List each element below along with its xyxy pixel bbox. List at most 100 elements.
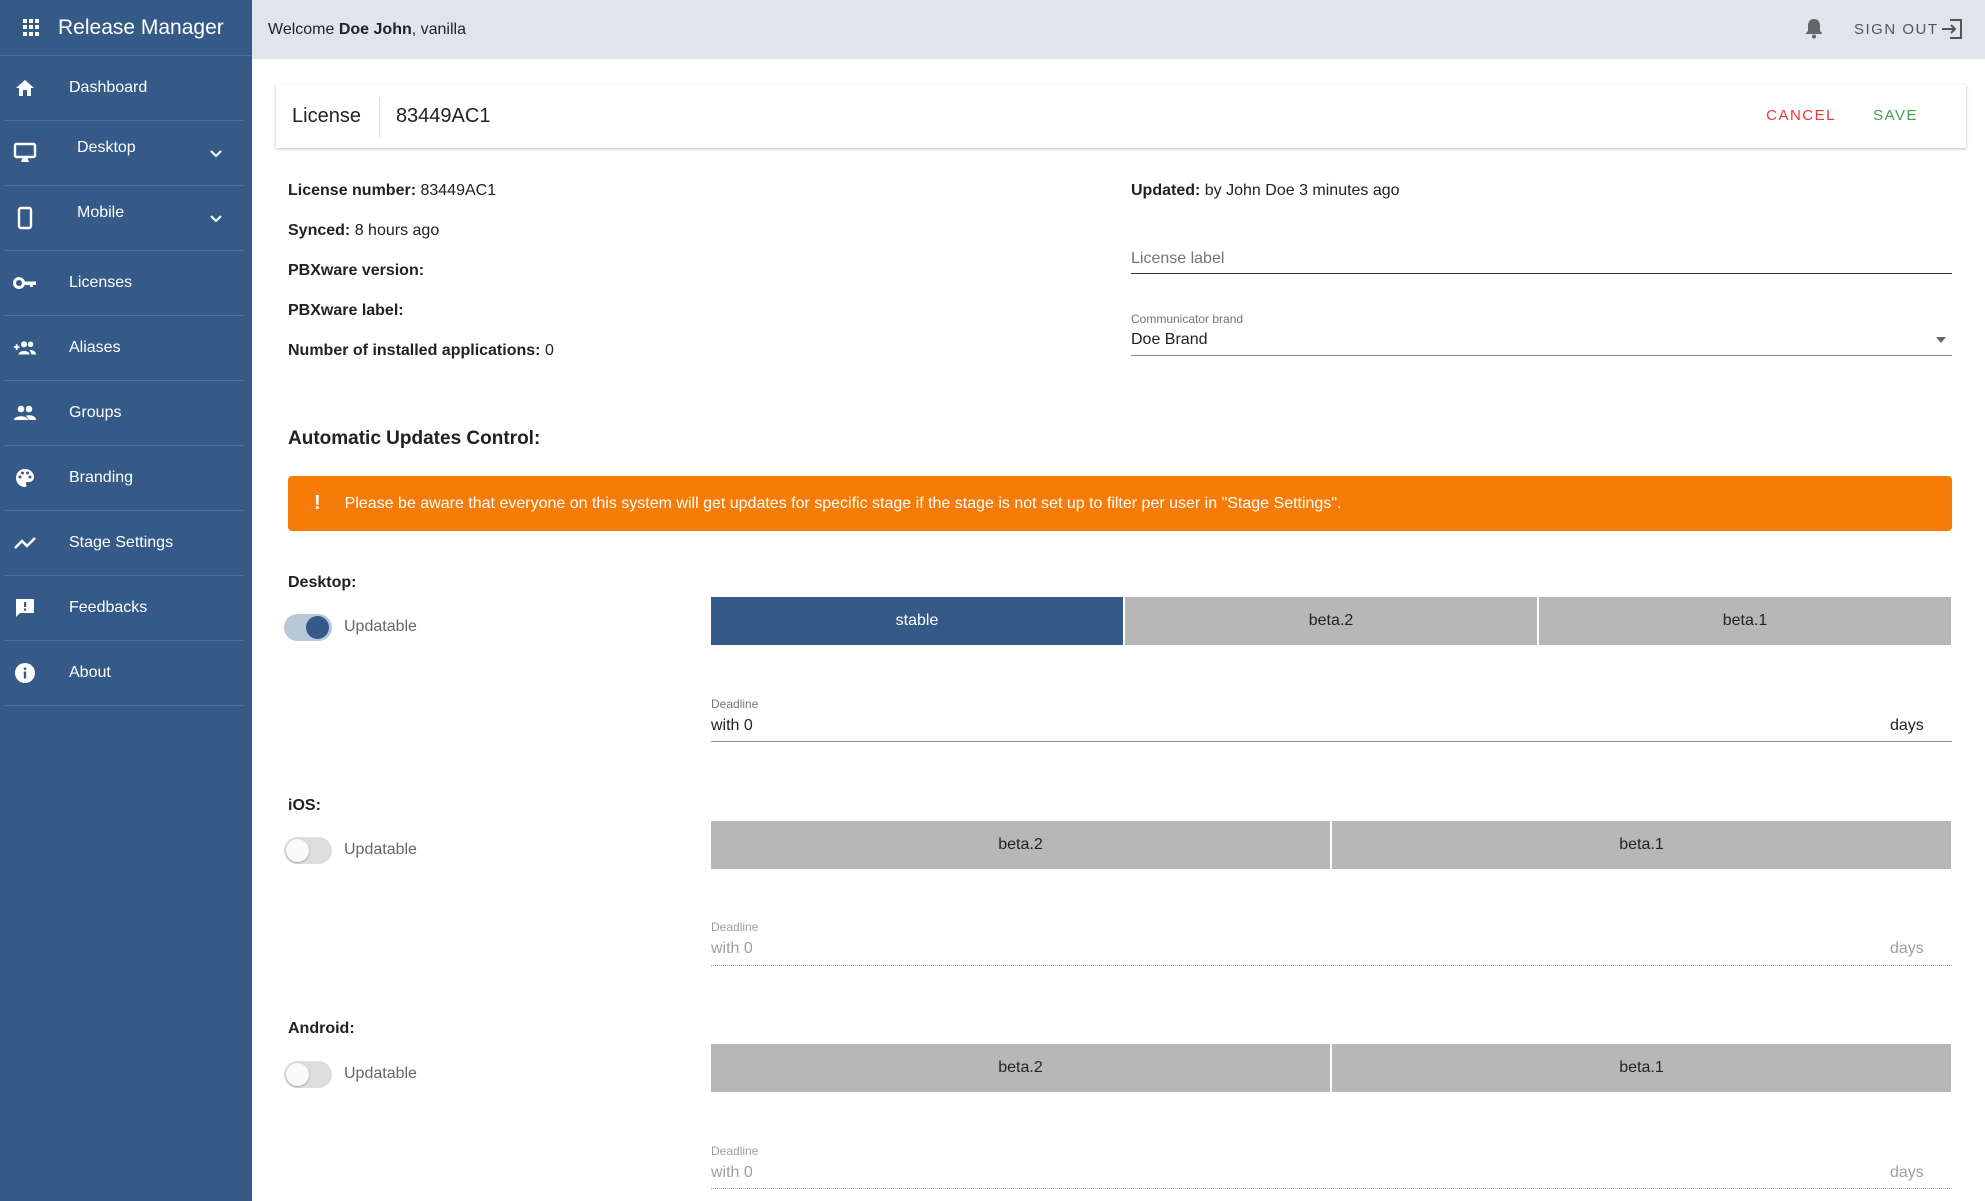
sidebar-item-label: Feedbacks xyxy=(69,599,148,616)
installed-apps-row: Number of installed applications: 0 xyxy=(288,342,554,360)
stage-button-beta-1[interactable]: beta.1 xyxy=(1539,597,1951,645)
welcome-message: Welcome Doe John, vanilla xyxy=(268,21,466,39)
input-underline xyxy=(1131,273,1952,274)
sign-out-label: SIGN OUT xyxy=(1854,20,1939,38)
sidebar-item-mobile[interactable]: Mobile xyxy=(5,186,244,251)
brand-select-label: Communicator brand xyxy=(1131,312,1244,326)
communicator-brand-select[interactable]: Communicator brand Doe Brand xyxy=(1131,310,1952,358)
sidebar-item-label: Licenses xyxy=(69,274,133,291)
sidebar-item-label: Dashboard xyxy=(69,79,148,96)
deadline-underline xyxy=(711,965,1952,966)
stage-button-beta-1[interactable]: beta.1 xyxy=(1332,1044,1951,1092)
sign-out-icon xyxy=(1941,19,1962,39)
license-header-card: License 83449AC1 CANCEL SAVE xyxy=(276,85,1966,148)
stage-button-group: beta.2 beta.1 xyxy=(711,821,1951,869)
license-key-label: License xyxy=(292,105,361,127)
welcome-prefix: Welcome xyxy=(268,20,339,38)
sidebar: Release Manager Dashboard Desktop Mobile… xyxy=(0,0,252,1201)
trend-icon xyxy=(13,531,37,555)
license-id: 83449AC1 xyxy=(395,105,491,127)
deadline-unit: days xyxy=(1890,717,1924,734)
add-group-icon xyxy=(13,336,37,360)
desktop-icon xyxy=(13,141,37,165)
warning-alert: ! Please be aware that everyone on this … xyxy=(288,476,1952,531)
synced-row: Synced: 8 hours ago xyxy=(288,222,439,240)
sidebar-item-dashboard[interactable]: Dashboard xyxy=(5,56,244,121)
notifications-bell-icon[interactable] xyxy=(1804,17,1824,39)
exclamation-icon: ! xyxy=(314,492,321,514)
stage-button-beta-2[interactable]: beta.2 xyxy=(711,1044,1330,1092)
stage-button-beta-2[interactable]: beta.2 xyxy=(1125,597,1537,645)
top-header: Welcome Doe John, vanilla xyxy=(252,0,1985,59)
alert-text: Please be aware that everyone on this sy… xyxy=(344,494,1342,512)
deadline-unit: days xyxy=(1890,1164,1924,1181)
deadline-value: with 0 xyxy=(711,940,753,957)
groups-icon xyxy=(13,401,37,425)
deadline-underline xyxy=(711,741,1952,742)
deadline-value: with 0 xyxy=(711,1164,753,1181)
info-icon xyxy=(13,661,37,685)
pbxware-label-row: PBXware label: xyxy=(288,302,404,320)
toggle-label: Updatable xyxy=(344,841,417,858)
toggle-label: Updatable xyxy=(344,618,417,635)
app-title: Release Manager xyxy=(58,15,224,39)
sidebar-item-label: Branding xyxy=(69,469,134,486)
deadline-underline xyxy=(711,1188,1952,1189)
license-number-row: License number: 83449AC1 xyxy=(288,182,496,200)
updated-row: Updated: by John Doe 3 minutes ago xyxy=(1131,182,1400,200)
sidebar-item-licenses[interactable]: Licenses xyxy=(5,251,244,316)
cancel-button[interactable]: CANCEL xyxy=(1766,107,1836,124)
info-value: 8 hours ago xyxy=(354,222,440,239)
key-icon xyxy=(13,271,37,295)
user-name: Doe John xyxy=(338,20,412,38)
select-underline xyxy=(1131,355,1952,356)
welcome-suffix: , vanilla xyxy=(411,20,466,38)
info-label: PBXware label: xyxy=(288,302,404,319)
app-brand: Release Manager xyxy=(0,0,252,56)
sign-out-button[interactable]: SIGN OUT xyxy=(1854,19,1963,39)
info-label: Synced: xyxy=(288,222,351,239)
info-value: 83449AC1 xyxy=(420,182,497,199)
save-button[interactable]: SAVE xyxy=(1873,107,1918,124)
deadline-label: Deadline xyxy=(711,697,759,711)
sidebar-item-feedbacks[interactable]: Feedbacks xyxy=(5,576,244,641)
stage-button-group: stable beta.2 beta.1 xyxy=(711,597,1951,645)
sidebar-item-label: Desktop xyxy=(77,139,136,156)
info-label: Number of installed applications: xyxy=(288,342,541,359)
stage-button-beta-2[interactable]: beta.2 xyxy=(711,821,1330,869)
platform-title: Desktop: xyxy=(288,574,357,591)
section-title: Automatic Updates Control: xyxy=(288,428,541,449)
info-value: 0 xyxy=(544,342,554,359)
info-label: Updated: xyxy=(1131,182,1201,199)
chevron-down-icon[interactable] xyxy=(208,145,224,161)
home-icon xyxy=(13,76,37,100)
stage-button-stable[interactable]: stable xyxy=(711,597,1123,645)
sidebar-item-label: Stage Settings xyxy=(69,534,174,551)
updatable-toggle[interactable] xyxy=(284,837,332,864)
chevron-down-icon[interactable] xyxy=(208,210,224,226)
stage-button-beta-1[interactable]: beta.1 xyxy=(1332,821,1951,869)
info-label: License number: xyxy=(288,182,417,199)
license-label-input[interactable]: License label xyxy=(1131,240,1952,276)
updatable-toggle[interactable] xyxy=(284,1061,332,1088)
sidebar-item-about[interactable]: About xyxy=(5,641,244,706)
sidebar-item-branding[interactable]: Branding xyxy=(5,446,244,511)
brand-select-value: Doe Brand xyxy=(1131,331,1208,348)
toggle-knob xyxy=(306,616,329,639)
license-label-placeholder: License label xyxy=(1131,250,1225,267)
deadline-unit: days xyxy=(1890,940,1924,957)
platform-title: Android: xyxy=(288,1020,355,1037)
sidebar-item-desktop[interactable]: Desktop xyxy=(5,121,244,186)
deadline-value: with 0 xyxy=(711,717,753,734)
sidebar-item-label: Mobile xyxy=(77,204,125,221)
sidebar-item-stage-settings[interactable]: Stage Settings xyxy=(5,511,244,576)
sidebar-item-aliases[interactable]: Aliases xyxy=(5,316,244,381)
sidebar-item-groups[interactable]: Groups xyxy=(5,381,244,446)
updatable-toggle[interactable] xyxy=(284,614,332,641)
info-value: by John Doe 3 minutes ago xyxy=(1204,182,1400,199)
platform-title: iOS: xyxy=(288,797,321,814)
dropdown-arrow-icon xyxy=(1936,337,1946,343)
toggle-label: Updatable xyxy=(344,1065,417,1082)
toggle-knob xyxy=(286,839,309,862)
apps-grid-icon[interactable] xyxy=(23,18,41,37)
